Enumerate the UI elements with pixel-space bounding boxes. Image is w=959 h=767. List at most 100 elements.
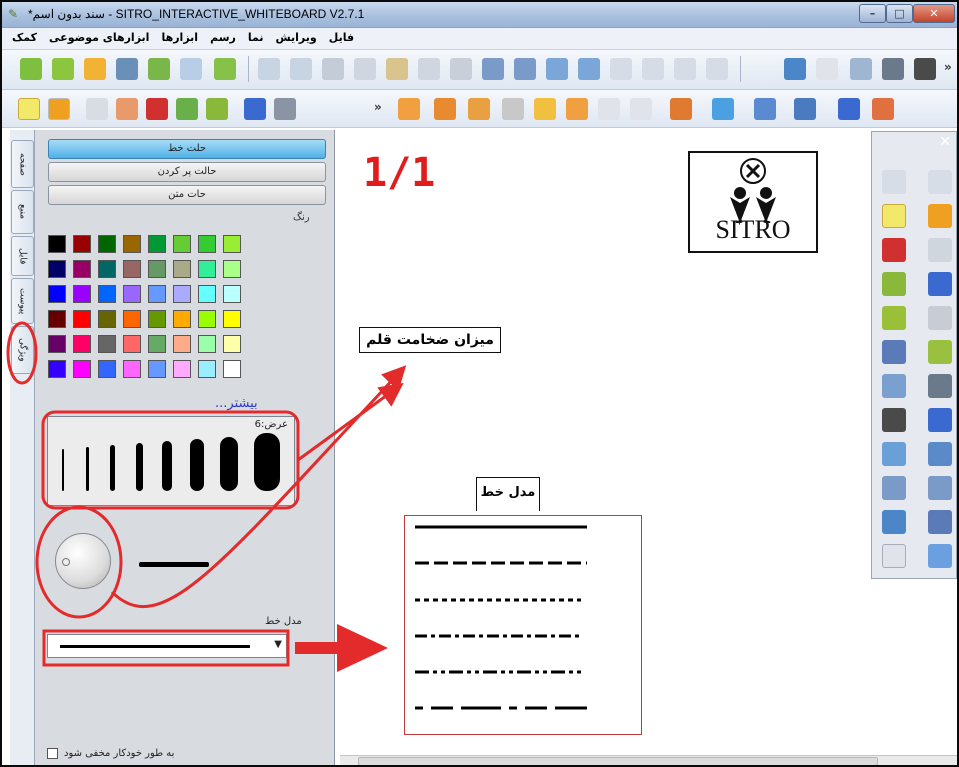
color-swatch[interactable]: [73, 360, 91, 378]
zoom-out-icon[interactable]: [578, 58, 600, 80]
color-swatch[interactable]: [148, 310, 166, 328]
settings-gear-icon[interactable]: [928, 544, 952, 568]
rectangle-icon[interactable]: [882, 340, 906, 364]
color-swatch[interactable]: [98, 260, 116, 278]
pen-icon[interactable]: [48, 98, 70, 120]
lasso-icon[interactable]: [928, 306, 952, 330]
capture-icon[interactable]: [882, 476, 906, 500]
horizontal-scrollbar[interactable]: [340, 755, 957, 765]
undo-icon[interactable]: [882, 170, 906, 194]
sqrt-formula-icon[interactable]: [630, 98, 652, 120]
color-swatch[interactable]: [73, 235, 91, 253]
pen-icon[interactable]: [928, 204, 952, 228]
tab-resources[interactable]: منبع: [11, 190, 34, 234]
full-screen-icon[interactable]: [882, 510, 906, 534]
brush-green-icon[interactable]: [176, 98, 198, 120]
text-mode-button[interactable]: حات متن: [48, 185, 326, 205]
color-swatch[interactable]: [48, 260, 66, 278]
brush-multi-icon[interactable]: [206, 98, 228, 120]
screen-icon[interactable]: [928, 408, 952, 432]
flask-icon[interactable]: [838, 98, 860, 120]
color-swatch[interactable]: [123, 310, 141, 328]
select-arrow-icon[interactable]: [882, 204, 906, 228]
screen-icon[interactable]: [754, 98, 776, 120]
full-screen-icon[interactable]: [784, 58, 806, 80]
axis-icon[interactable]: [598, 98, 620, 120]
pointer-stick-icon[interactable]: [502, 98, 524, 120]
color-swatch[interactable]: [173, 235, 191, 253]
color-swatch[interactable]: [223, 260, 241, 278]
monitor-icon[interactable]: [928, 442, 952, 466]
brush-gray-icon[interactable]: [274, 98, 296, 120]
color-swatch[interactable]: [73, 285, 91, 303]
color-swatch[interactable]: [223, 360, 241, 378]
color-swatch[interactable]: [48, 310, 66, 328]
color-swatch[interactable]: [223, 235, 241, 253]
protractor-icon[interactable]: [468, 98, 490, 120]
toolbar-overflow-icon[interactable]: »: [374, 100, 382, 114]
marker-icon[interactable]: [914, 58, 936, 80]
shapes-icon[interactable]: [928, 340, 952, 364]
color-swatch[interactable]: [148, 335, 166, 353]
copy-icon[interactable]: [354, 58, 376, 80]
toolbar-overflow-icon[interactable]: »: [944, 60, 952, 74]
width-option[interactable]: [190, 439, 204, 491]
cut-icon[interactable]: [322, 58, 344, 80]
keyboard-icon[interactable]: [882, 442, 906, 466]
open-folder-icon[interactable]: [84, 58, 106, 80]
color-swatch[interactable]: [198, 360, 216, 378]
bring-forward-icon[interactable]: [674, 58, 696, 80]
new-document-icon[interactable]: [52, 58, 74, 80]
width-option[interactable]: [86, 447, 89, 491]
menu-view[interactable]: نما: [248, 31, 264, 44]
width-option[interactable]: [162, 441, 172, 491]
color-swatch[interactable]: [148, 235, 166, 253]
align-bottom-icon[interactable]: [642, 58, 664, 80]
color-swatch[interactable]: [173, 285, 191, 303]
color-swatch[interactable]: [48, 285, 66, 303]
color-swatch[interactable]: [173, 360, 191, 378]
menu-tools[interactable]: ابزارها: [161, 31, 198, 44]
color-swatch[interactable]: [148, 285, 166, 303]
recorder-icon[interactable]: [928, 374, 952, 398]
color-swatch[interactable]: [98, 335, 116, 353]
chalk-icon[interactable]: [534, 98, 556, 120]
dice-icon[interactable]: [670, 98, 692, 120]
color-swatch[interactable]: [198, 310, 216, 328]
triangle-icon[interactable]: [434, 98, 456, 120]
tab-properties[interactable]: ویژگی: [11, 326, 34, 374]
color-swatch[interactable]: [73, 260, 91, 278]
more-colors-link[interactable]: ...بیشتر: [215, 396, 258, 411]
color-swatch[interactable]: [198, 335, 216, 353]
menu-draw[interactable]: رسم: [210, 31, 236, 44]
color-swatch[interactable]: [98, 285, 116, 303]
capture-icon[interactable]: [514, 58, 536, 80]
eraser-icon[interactable]: [86, 98, 108, 120]
color-swatch[interactable]: [98, 360, 116, 378]
color-swatch[interactable]: [148, 260, 166, 278]
balance-icon[interactable]: [794, 98, 816, 120]
color-swatch[interactable]: [123, 285, 141, 303]
paste-special-icon[interactable]: [418, 58, 440, 80]
whiteboard-canvas[interactable]: 1/1 SITRO میزان ضخامت قلم مدل خط ✕: [340, 130, 957, 757]
camera-icon[interactable]: [882, 374, 906, 398]
color-swatch[interactable]: [173, 260, 191, 278]
color-swatch[interactable]: [98, 310, 116, 328]
color-swatch[interactable]: [123, 335, 141, 353]
color-swatch[interactable]: [48, 235, 66, 253]
color-swatch[interactable]: [173, 310, 191, 328]
brush-multi-icon[interactable]: [882, 272, 906, 296]
delete-icon[interactable]: [450, 58, 472, 80]
line-mode-button[interactable]: حلت خط: [48, 139, 326, 159]
brush-blue-icon[interactable]: [244, 98, 266, 120]
menu-help[interactable]: کمک: [12, 31, 37, 44]
color-swatch[interactable]: [73, 310, 91, 328]
capture-area-icon[interactable]: [928, 476, 952, 500]
color-swatch[interactable]: [123, 360, 141, 378]
new-page-icon[interactable]: [20, 58, 42, 80]
marker-icon[interactable]: [882, 408, 906, 432]
width-option[interactable]: [62, 449, 64, 491]
line-style-dropdown[interactable]: ▼: [47, 634, 287, 658]
width-option[interactable]: [220, 437, 238, 491]
export-icon[interactable]: [214, 58, 236, 80]
